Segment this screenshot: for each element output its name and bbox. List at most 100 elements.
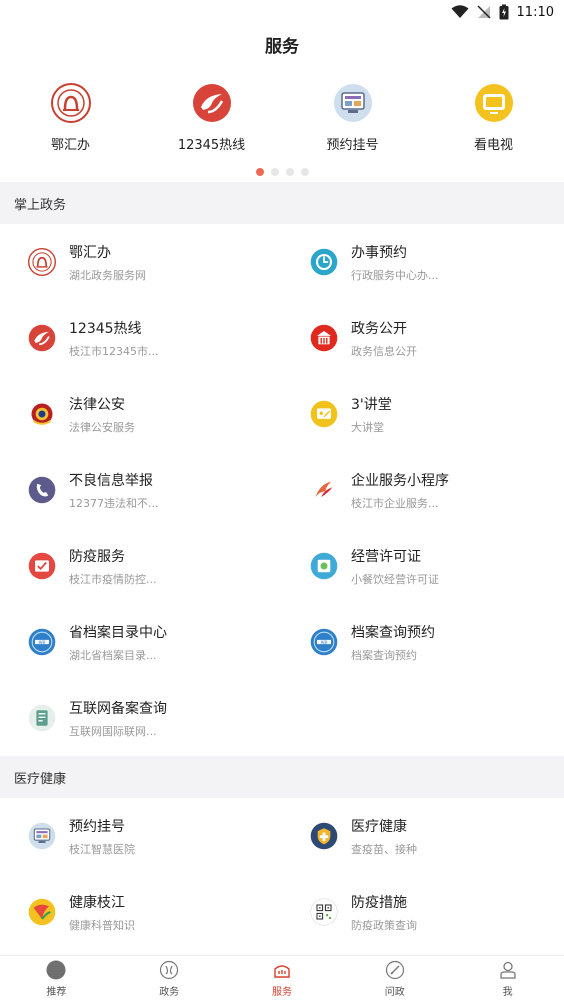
service-item-name: 防疫措施 (351, 894, 407, 911)
service-item-name: 企业服务小程序 (351, 472, 449, 489)
service-item-desc: 互联网国际联网... (69, 724, 157, 738)
service-item-desc: 大讲堂 (351, 420, 384, 434)
service-item-name: 12345热线 (69, 320, 142, 337)
service-item[interactable]: 防疫服务 枝江市疫情防控... (0, 528, 282, 604)
carousel-item-label: 鄂汇办 (50, 138, 90, 153)
service-item-name: 政务公开 (351, 320, 407, 337)
service-item[interactable]: 档案 档案查询预约 档案查询预约 (282, 604, 564, 680)
tab-recommend[interactable]: 推荐 (0, 956, 113, 1002)
tab-government[interactable]: 政务 (113, 956, 226, 1002)
tab-label: 服务 (271, 987, 292, 998)
hotline-icon (191, 82, 233, 124)
tab-label: 问政 (384, 987, 405, 998)
status-bar: 11:10 (0, 0, 564, 24)
service-grid: 鄂汇办 湖北政务服务网 办事预约 行政服务中心办... 12345热线 枝江市1… (0, 224, 564, 756)
service-item-name: 防疫服务 (69, 548, 125, 565)
profile-icon (498, 960, 518, 980)
service-grid: 预约挂号 枝江智慧医院 医疗健康 查疫苗、接种 健康枝江 健康科普知识 防疫措施… (0, 798, 564, 950)
tab-service[interactable]: 服务 (226, 956, 339, 1002)
service-item[interactable]: 经营许可证 小餐饮经营许可证 (282, 528, 564, 604)
service-item-name: 互联网备案查询 (69, 700, 167, 717)
tab-label: 我 (502, 987, 513, 998)
carousel-item[interactable]: 预约挂号 (288, 82, 418, 153)
service-item[interactable]: 防疫措施 防疫政策查询 (282, 874, 564, 950)
service-item-name: 法律公安 (69, 396, 125, 413)
svg-text:档案: 档案 (321, 639, 329, 644)
enterprise-icon (310, 476, 338, 504)
wifi-icon (451, 5, 469, 19)
service-item[interactable]: 法律公安 法律公安服务 (0, 376, 282, 452)
carousel-item-label: 预约挂号 (326, 138, 379, 153)
service-item-name: 档案查询预约 (351, 624, 435, 641)
service-item[interactable]: 12345热线 枝江市12345市... (0, 300, 282, 376)
carousel-item[interactable]: 看电视 (429, 82, 559, 153)
service-item[interactable]: 办事预约 行政服务中心办... (282, 224, 564, 300)
carousel-item[interactable]: 12345热线 (147, 82, 277, 153)
hotline-icon (28, 324, 56, 352)
tab-label: 政务 (159, 987, 180, 998)
service-item-desc: 湖北省档案目录... (69, 648, 157, 662)
archive-icon: 档案 (28, 628, 56, 656)
service-item-desc: 枝江市12345市... (69, 344, 159, 358)
service-item[interactable]: 医疗健康 查疫苗、接种 (282, 798, 564, 874)
status-time: 11:10 (516, 4, 554, 20)
appointment-icon (310, 248, 338, 276)
service-item[interactable]: 企业服务小程序 枝江市企业服务... (282, 452, 564, 528)
service-item-desc: 湖北政务服务网 (69, 268, 146, 282)
service-item[interactable]: 鄂汇办 湖北政务服务网 (0, 224, 282, 300)
service-item-desc: 防疫政策查询 (351, 918, 417, 932)
service-item[interactable]: 互联网备案查询 互联网国际联网... (0, 680, 282, 756)
service-item-desc: 枝江市疫情防控... (69, 572, 157, 586)
service-item-name: 不良信息举报 (69, 472, 153, 489)
service-icon (272, 960, 292, 980)
service-item-name: 健康枝江 (69, 894, 125, 911)
carousel-dot[interactable] (270, 168, 279, 176)
service-item-desc: 政务信息公开 (351, 344, 417, 358)
service-item-name: 省档案目录中心 (69, 624, 167, 641)
service-item-name: 3'讲堂 (351, 396, 392, 413)
service-item[interactable]: 档案 省档案目录中心 湖北省档案目录... (0, 604, 282, 680)
service-item-name: 预约挂号 (69, 818, 125, 835)
license-icon (310, 552, 338, 580)
section-title: 掌上政务 (0, 182, 564, 224)
archive-query-icon: 档案 (310, 628, 338, 656)
service-item-desc: 法律公安服务 (69, 420, 135, 434)
service-item-desc: 枝江智慧医院 (69, 842, 135, 856)
carousel-dot[interactable] (285, 168, 294, 176)
service-item[interactable]: 政务公开 政务信息公开 (282, 300, 564, 376)
bottom-tab-bar: 推荐 政务 服务 问政 我 (0, 955, 564, 1002)
carousel-item-label: 12345热线 (177, 138, 246, 153)
service-item[interactable]: 3'讲堂 大讲堂 (282, 376, 564, 452)
government-icon (159, 960, 179, 980)
register-icon (332, 82, 374, 124)
service-item[interactable]: 预约挂号 枝江智慧医院 (0, 798, 282, 874)
service-item[interactable]: 健康枝江 健康科普知识 (0, 874, 282, 950)
carousel-item[interactable]: 鄂汇办 (6, 82, 136, 153)
tv-icon (473, 82, 515, 124)
featured-carousel[interactable]: 鄂汇办 12345热线 预约挂号 看电视 (0, 64, 564, 182)
carousel-dot[interactable] (300, 168, 309, 176)
no-signal-icon (477, 5, 491, 19)
service-item-desc: 12377违法和不... (69, 496, 159, 510)
service-item-name: 医疗健康 (351, 818, 407, 835)
service-item-desc: 档案查询预约 (351, 648, 417, 662)
carousel-dot[interactable] (255, 168, 264, 176)
tab-inquiry[interactable]: 问政 (338, 956, 451, 1002)
service-item[interactable]: 不良信息举报 12377违法和不... (0, 452, 282, 528)
inquiry-icon (385, 960, 405, 980)
service-item-name: 鄂汇办 (69, 244, 111, 261)
carousel-item-label: 看电视 (473, 138, 513, 153)
recommend-icon (46, 960, 66, 980)
ehuiban-icon (28, 248, 56, 276)
service-item-desc: 行政服务中心办... (351, 268, 439, 282)
service-item-desc: 健康科普知识 (69, 918, 135, 932)
gov-open-icon (310, 324, 338, 352)
service-item-desc: 查疫苗、接种 (351, 842, 417, 856)
svg-text:档案: 档案 (39, 639, 46, 644)
police-badge-icon (28, 400, 56, 428)
qr-code-icon (310, 898, 338, 926)
service-item-name: 办事预约 (351, 244, 407, 261)
section-title: 医疗健康 (0, 756, 564, 798)
service-item-desc: 枝江市企业服务... (351, 496, 439, 510)
tab-profile[interactable]: 我 (451, 956, 564, 1002)
